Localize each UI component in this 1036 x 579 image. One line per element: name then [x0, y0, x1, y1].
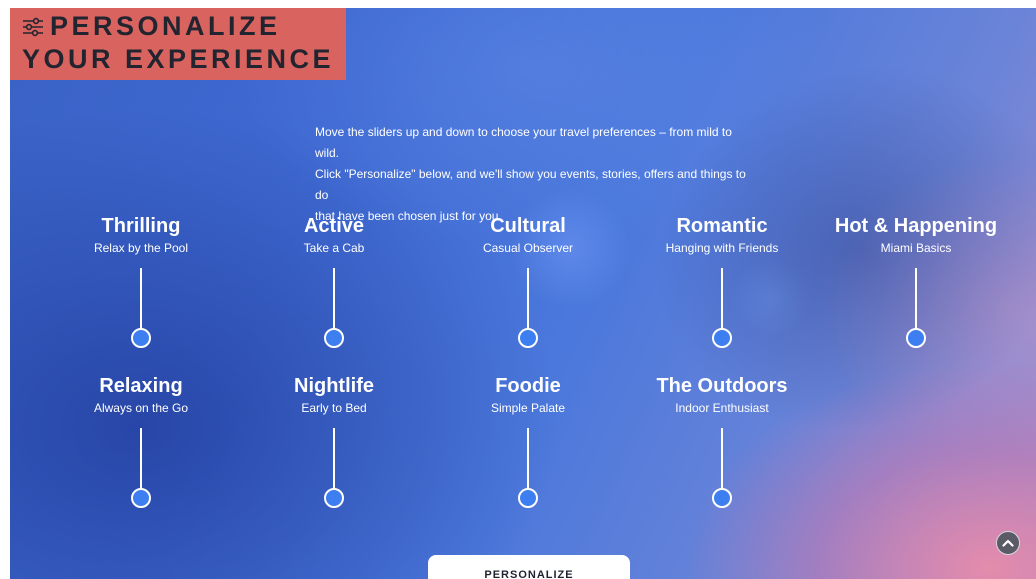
slider-handle[interactable] [131, 328, 151, 348]
slider-nightlife: Nightlife Early to Bed [234, 374, 434, 508]
slider-handle[interactable] [518, 328, 538, 348]
intro-line: Move the sliders up and down to choose y… [315, 125, 732, 160]
slider-label: The Outdoors [656, 375, 788, 397]
slider-active: Active Take a Cab [234, 214, 434, 348]
slider-value: Hanging with Friends [665, 241, 779, 255]
page-title-text-1: PERSONALIZE [50, 11, 281, 41]
sliders-icon [23, 17, 43, 36]
intro-line: Click "Personalize" below, and we'll sho… [315, 167, 746, 202]
slider-value: Miami Basics [880, 241, 952, 255]
slider-value: Relax by the Pool [93, 241, 189, 255]
slider-relaxing: Relaxing Always on the Go [41, 374, 241, 508]
slider-label: Hot & Happening [834, 215, 998, 237]
slider-handle[interactable] [518, 488, 538, 508]
slider-handle[interactable] [712, 328, 732, 348]
slider-hot-and-happening: Hot & Happening Miami Basics [816, 214, 1016, 348]
personalize-button[interactable]: PERSONALIZE [428, 555, 630, 579]
page-title-line-1: PERSONALIZE [22, 10, 346, 43]
slider-label: Romantic [676, 215, 768, 237]
slider-label: Active [303, 215, 365, 237]
slider-value: Simple Palate [490, 401, 566, 415]
slider-foodie: Foodie Simple Palate [428, 374, 628, 508]
slider-handle[interactable] [131, 488, 151, 508]
slider-label: Thrilling [101, 215, 181, 237]
slider-value: Early to Bed [301, 401, 367, 415]
slider-label: Foodie [495, 375, 561, 397]
page-title-banner: PERSONALIZE YOUR EXPERIENCE [10, 8, 346, 80]
slider-handle[interactable] [324, 488, 344, 508]
slider-handle[interactable] [712, 488, 732, 508]
page-title-text-2: YOUR EXPERIENCE [22, 44, 335, 74]
slider-value: Always on the Go [93, 401, 189, 415]
page-title-line-2: YOUR EXPERIENCE [22, 43, 346, 76]
slider-value: Take a Cab [303, 241, 365, 255]
slider-handle[interactable] [906, 328, 926, 348]
slider-handle[interactable] [324, 328, 344, 348]
slider-romantic: Romantic Hanging with Friends [622, 214, 822, 348]
intro-text: Move the sliders up and down to choose y… [315, 122, 755, 227]
slider-value: Casual Observer [482, 241, 574, 255]
slider-thrilling: Thrilling Relax by the Pool [41, 214, 241, 348]
slider-the-outdoors: The Outdoors Indoor Enthusiast [622, 374, 822, 508]
slider-cultural: Cultural Casual Observer [428, 214, 628, 348]
slider-label: Nightlife [294, 375, 374, 397]
scroll-to-top-button[interactable] [996, 531, 1020, 555]
slider-label: Relaxing [99, 375, 183, 397]
chevron-up-icon [1002, 539, 1014, 547]
slider-label: Cultural [490, 215, 566, 237]
slider-value: Indoor Enthusiast [675, 401, 769, 415]
